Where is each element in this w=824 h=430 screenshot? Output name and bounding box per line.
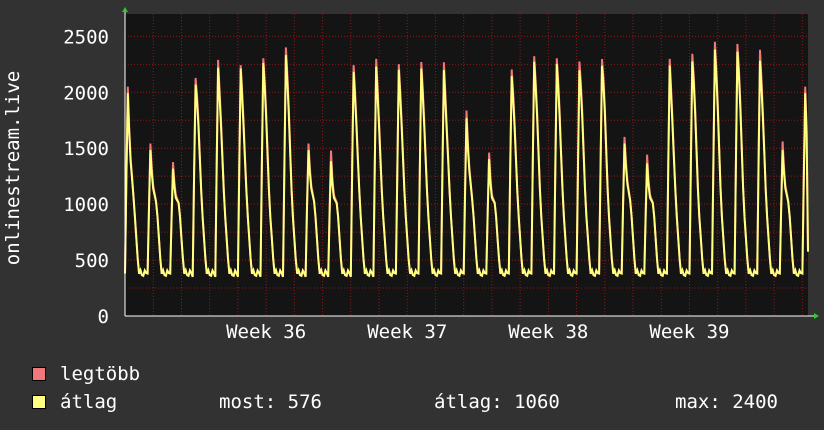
legend-item-atlag: átlag (32, 391, 117, 413)
legend-label-legtobb: legtöbb (60, 363, 141, 385)
y-tick-label: 500 (75, 250, 109, 272)
legend-item-legtobb: legtöbb (32, 363, 140, 385)
munin-graph: 0 500 1000 1500 2000 2500 Week 36 Week 37 Week … (0, 0, 824, 430)
stat-most: most: 576 (219, 391, 322, 413)
line-chart: 05001000150020002500 Week 36 Week 37 Week … (2, 7, 819, 340)
x-tick-label: Week 36 (226, 321, 306, 340)
stat-atlag: átlag: 1060 (434, 391, 560, 413)
x-tick-label: Week 37 (367, 321, 447, 340)
y-axis-arrow-icon (122, 7, 128, 12)
y-tick-labels: 0 500 1000 1500 2000 2500 (63, 26, 109, 328)
atlag-swatch (32, 395, 46, 409)
legend-label-atlag: átlag (60, 391, 118, 413)
x-tick-label: Week 39 (649, 321, 729, 340)
x-axis-arrow-icon (814, 313, 819, 319)
legtobb-swatch (32, 367, 46, 381)
stat-max: max: 2400 (675, 391, 778, 413)
y-tick-label: 1000 (63, 194, 109, 216)
y-tick-label: 2500 (63, 26, 109, 48)
y-tick-label: 0 (98, 306, 109, 328)
y-tick-label: 2000 (63, 82, 109, 104)
y-tick-label: 1500 (63, 138, 109, 160)
x-tick-label: Week 38 (508, 321, 588, 340)
x-tick-labels: Week 36 Week 37 Week 38 Week 39 (226, 321, 729, 340)
y-axis-label: onlinestream.live (2, 71, 24, 265)
